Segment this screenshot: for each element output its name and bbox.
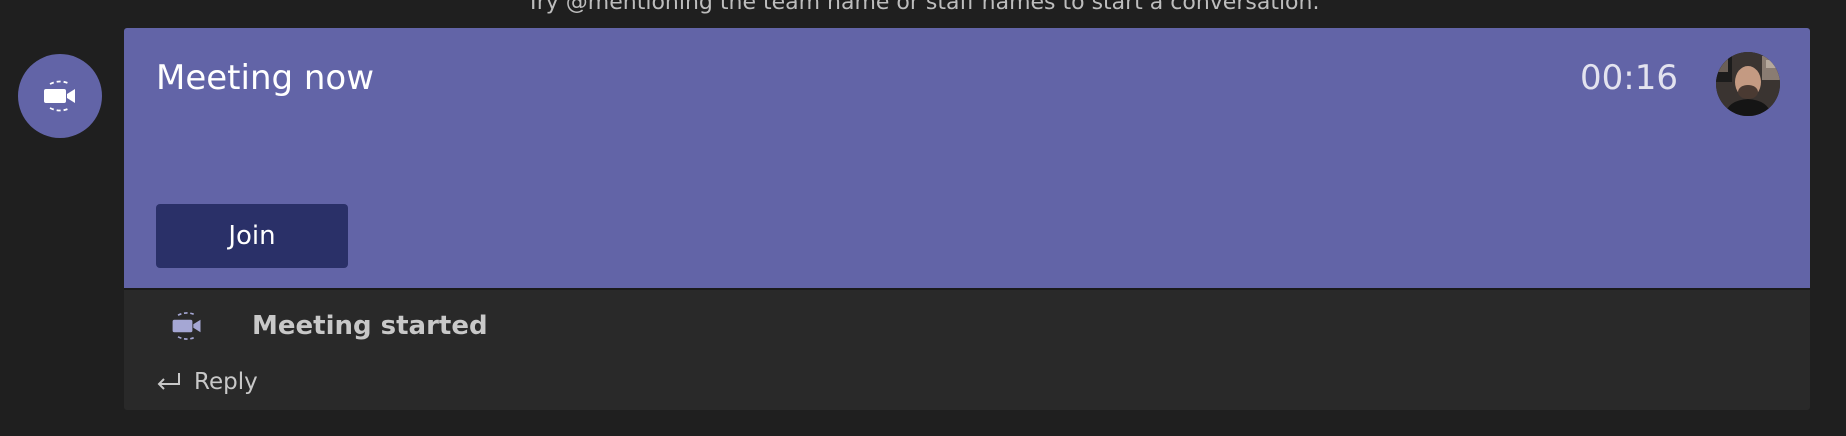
- meeting-banner: Meeting now 00:16 Join: [124, 28, 1810, 290]
- reply-arrow-icon: [157, 373, 180, 390]
- join-button[interactable]: Join: [156, 204, 348, 268]
- video-camera-icon: [172, 312, 201, 340]
- meeting-timer: 00:16: [1580, 58, 1678, 98]
- meeting-message-card: Meeting now 00:16 Join Meeting started R…: [124, 28, 1810, 410]
- reply-button[interactable]: Reply: [154, 364, 258, 400]
- meeting-title: Meeting now: [156, 58, 375, 98]
- meeting-avatar: [18, 54, 102, 138]
- video-camera-icon: [44, 80, 75, 112]
- reply-label: Reply: [194, 369, 258, 395]
- organizer-avatar[interactable]: [1716, 52, 1780, 116]
- meeting-status-row: Meeting started: [124, 304, 1810, 346]
- conversation-hint: Try @mentioning the team name or staff n…: [526, 0, 1320, 15]
- teams-channel-view: Try @mentioning the team name or staff n…: [0, 0, 1846, 436]
- meeting-status-text: Meeting started: [252, 311, 488, 341]
- organizer-photo: [1716, 52, 1780, 116]
